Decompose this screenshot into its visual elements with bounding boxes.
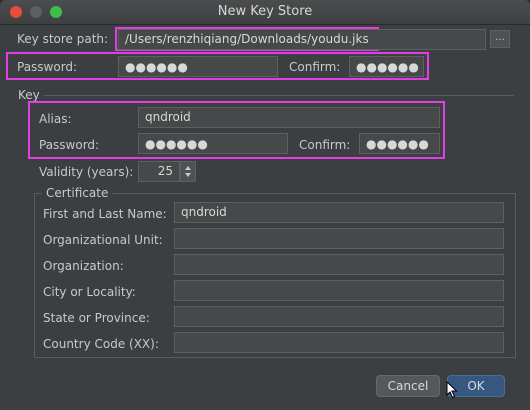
alias-input[interactable]: qndroid [138, 107, 440, 128]
city-locality-input[interactable] [174, 280, 504, 301]
organizational-unit-input[interactable] [174, 228, 504, 249]
title-bar: New Key Store [0, 0, 530, 25]
window-title: New Key Store [217, 4, 313, 19]
validity-stepper[interactable] [180, 161, 196, 182]
key-confirm-label: Confirm: [299, 138, 351, 152]
key-password-label: Password: [39, 138, 100, 152]
browse-button[interactable]: ... [490, 30, 510, 48]
cancel-button[interactable]: Cancel [376, 375, 440, 397]
key-store-confirm-label: Confirm: [289, 60, 341, 74]
stepper-arrows-icon [185, 166, 191, 177]
key-confirm-field[interactable]: ●●●●●● [359, 133, 440, 154]
key-store-confirm-field[interactable]: ●●●●●● [349, 56, 424, 77]
state-province-label: State or Province: [43, 311, 150, 325]
country-code-input[interactable] [174, 332, 504, 353]
alias-label: Alias: [39, 112, 72, 126]
certificate-section-label: Certificate [42, 186, 113, 200]
mouse-cursor-icon [446, 380, 458, 399]
organization-input[interactable] [174, 254, 504, 275]
key-store-path-input[interactable]: /Users/renzhiqiang/Downloads/youdu.jks [118, 29, 486, 50]
key-section-label: Key [18, 88, 40, 102]
key-password-field[interactable]: ●●●●●● [138, 133, 288, 154]
validity-spinner[interactable]: 25 [138, 161, 180, 182]
new-key-store-dialog: New Key Store Key store path: /Users/ren… [0, 0, 530, 410]
organizational-unit-label: Organizational Unit: [43, 233, 163, 247]
key-store-password-field[interactable]: ●●●●●● [118, 56, 278, 77]
validity-label: Validity (years): [39, 165, 134, 179]
key-store-path-label: Key store path: [17, 32, 109, 46]
key-section-divider [44, 95, 514, 96]
first-last-name-input[interactable]: qndroid [174, 202, 504, 223]
organization-label: Organization: [43, 259, 124, 273]
country-code-label: Country Code (XX): [43, 337, 159, 351]
state-province-input[interactable] [174, 306, 504, 327]
first-last-name-label: First and Last Name: [43, 207, 167, 221]
key-store-password-label: Password: [17, 60, 78, 74]
city-locality-label: City or Locality: [43, 285, 136, 299]
